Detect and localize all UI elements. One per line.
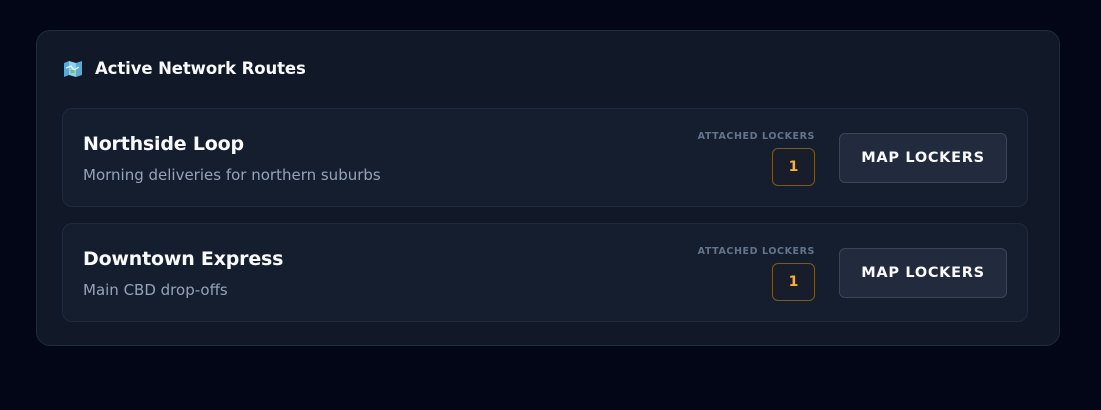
map-lockers-button[interactable]: MAP LOCKERS bbox=[839, 133, 1007, 183]
route-name: Northside Loop bbox=[83, 133, 244, 155]
attached-lockers-count-badge: 1 bbox=[772, 148, 815, 186]
map-lockers-button[interactable]: MAP LOCKERS bbox=[839, 248, 1007, 298]
panel-header: Active Network Routes bbox=[63, 59, 306, 78]
map-icon bbox=[63, 60, 83, 78]
attached-lockers-count-badge: 1 bbox=[772, 263, 815, 301]
attached-lockers-label: ATTACHED LOCKERS bbox=[697, 246, 815, 257]
attached-lockers-label: ATTACHED LOCKERS bbox=[697, 131, 815, 142]
route-description: Main CBD drop-offs bbox=[83, 281, 228, 299]
route-card-downtown-express: Downtown Express Main CBD drop-offs ATTA… bbox=[62, 223, 1028, 322]
route-name: Downtown Express bbox=[83, 248, 284, 270]
active-routes-panel: Active Network Routes Northside Loop Mor… bbox=[36, 30, 1060, 346]
route-description: Morning deliveries for northern suburbs bbox=[83, 166, 381, 184]
panel-title: Active Network Routes bbox=[95, 59, 306, 78]
route-card-northside-loop: Northside Loop Morning deliveries for no… bbox=[62, 108, 1028, 207]
